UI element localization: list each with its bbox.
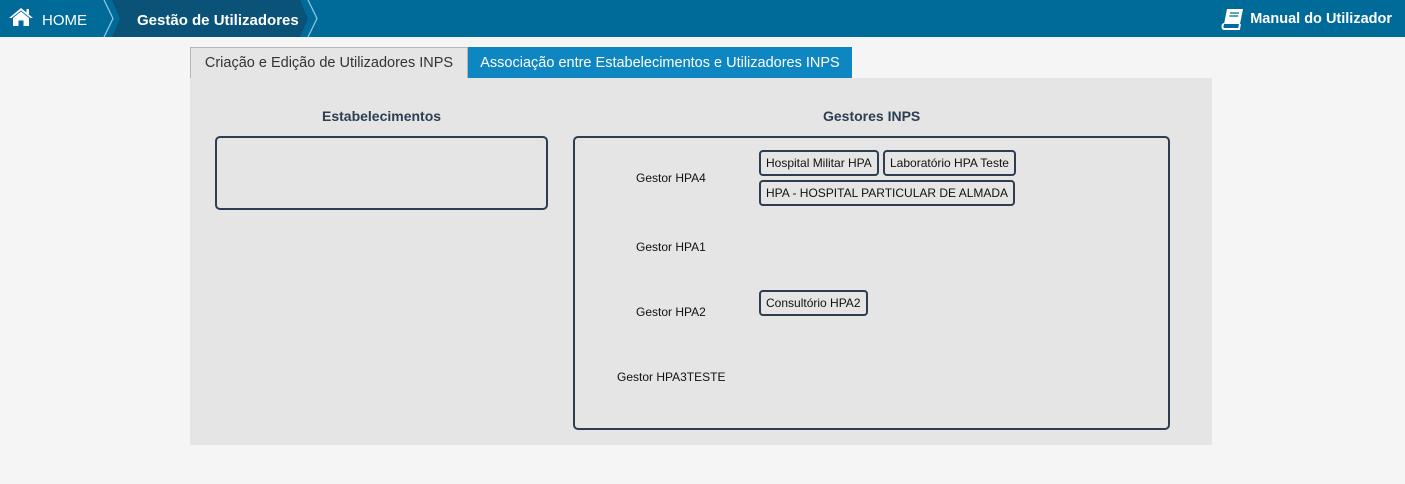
user-manual-link[interactable]: Manual do Utilizador [1221,8,1392,30]
breadcrumb-home[interactable]: HOME [0,0,112,37]
top-navigation-bar: HOME Gestão de Utilizadores Manual do Ut… [0,0,1405,37]
establishments-dropzone[interactable] [215,136,548,210]
breadcrumb-separator-icon [103,0,114,37]
managers-title: Gestores INPS [823,108,921,124]
establishments-title: Estabelecimentos [322,108,442,124]
establishment-chip[interactable]: HPA - HOSPITAL PARTICULAR DE ALMADA [759,180,1016,206]
tab-establishment-association[interactable]: Associação entre Estabelecimentos e Util… [468,47,852,78]
establishment-chip[interactable]: Hospital Militar HPA [759,150,879,176]
breadcrumb-current: Gestão de Utilizadores [112,0,308,37]
breadcrumb-end-chevron-icon [307,0,318,37]
establishment-chip[interactable]: Laboratório HPA Teste [883,150,1016,176]
manager-label: Gestor HPA2 [636,305,706,319]
association-panel: Estabelecimentos Gestores INPS Gestor HP… [190,78,1212,445]
user-manual-label: Manual do Utilizador [1250,11,1392,27]
tab-user-creation[interactable]: Criação e Edição de Utilizadores INPS [190,47,468,78]
manager-label: Gestor HPA4 [636,171,706,185]
establishment-chip[interactable]: Consultório HPA2 [759,290,868,316]
breadcrumb-current-label: Gestão de Utilizadores [137,12,299,29]
breadcrumb-home-label: HOME [42,12,87,29]
manager-label: Gestor HPA3TESTE [617,370,726,384]
home-icon [9,8,33,26]
book-icon [1221,9,1244,30]
manager-label: Gestor HPA1 [636,240,706,254]
managers-list: Gestor HPA4 Hospital Militar HPA Laborat… [573,136,1170,430]
